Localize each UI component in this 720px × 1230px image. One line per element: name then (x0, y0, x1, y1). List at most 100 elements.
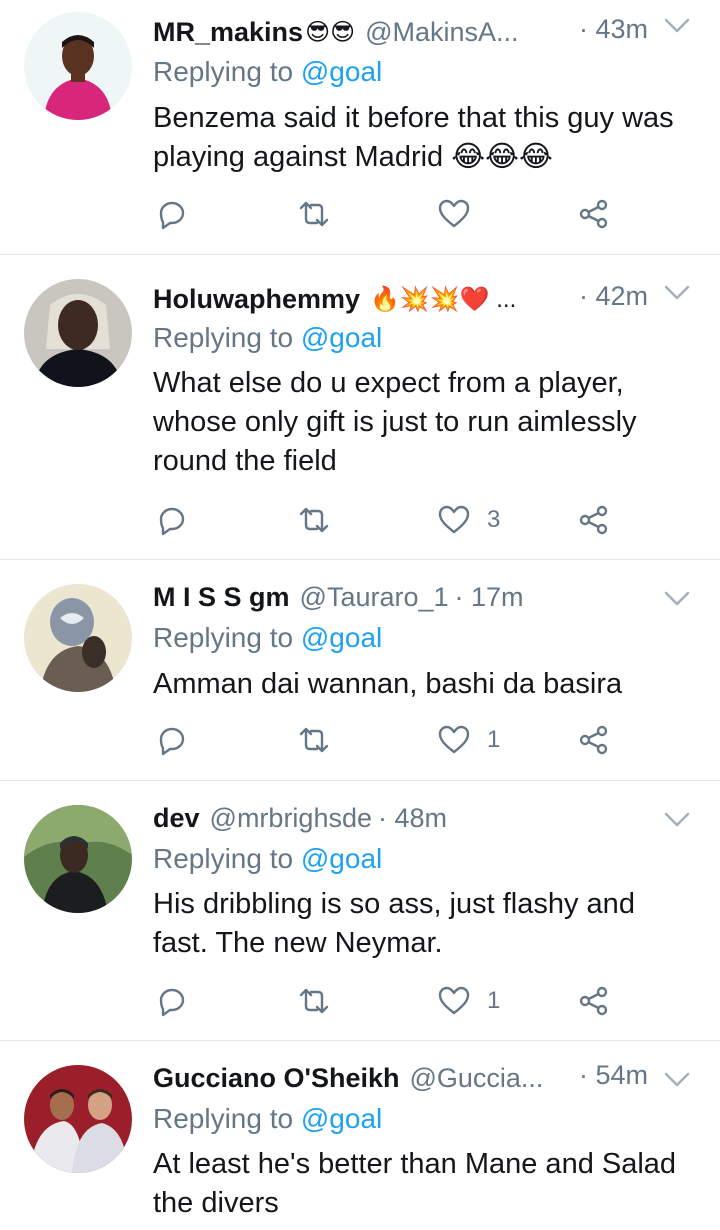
chevron-down-icon[interactable] (664, 812, 690, 833)
heart-icon (437, 723, 471, 757)
tweet[interactable]: M I S S gm @Tauraro_1 · 17m Replying to … (0, 560, 720, 781)
user-handle[interactable]: @mrbrighsde (210, 803, 372, 834)
tweet-text-line: His dribbling is so ass, just flashy and (153, 888, 635, 920)
tweet[interactable]: dev @mrbrighsde · 48m Replying to @goal … (0, 781, 720, 1041)
share-icon (577, 723, 611, 757)
name-emoji: 😎😎 (305, 18, 356, 46)
chevron-down-icon[interactable] (664, 18, 690, 39)
display-name[interactable]: MR_makins (153, 17, 303, 48)
avatar[interactable] (24, 12, 132, 120)
tweet-actions: 1 (153, 984, 633, 1020)
mention-link[interactable]: @goal (301, 56, 382, 87)
mention-link[interactable]: @goal (301, 322, 382, 353)
tweet-text-line: fast. The new Neymar. (153, 927, 443, 959)
avatar[interactable] (24, 1065, 132, 1173)
replying-to: Replying to @goal (153, 1103, 382, 1135)
reply-icon (155, 503, 189, 537)
reply-icon (155, 723, 189, 757)
replying-prefix: Replying to (153, 622, 294, 653)
replying-to: Replying to @goal (153, 843, 382, 875)
user-handle[interactable]: @Guccia... (409, 1063, 543, 1094)
retweet-icon (297, 723, 331, 757)
tweet-text-line: round the field (153, 445, 337, 477)
like-button[interactable] (437, 197, 487, 231)
tweet-text: His dribbling is so ass, just flashy and… (153, 885, 703, 963)
retweet-button[interactable] (297, 723, 331, 757)
tweet-text-line: What else do u expect from a player, (153, 367, 624, 399)
share-button[interactable] (577, 197, 611, 231)
name-emoji: 🔥💥💥❤️ ... (370, 285, 517, 313)
tweet[interactable]: Gucciano O'Sheikh @Guccia... · 54m Reply… (0, 1041, 720, 1230)
reply-icon (155, 197, 189, 231)
replying-to: Replying to @goal (153, 322, 382, 354)
tweet-text-line: playing against Madrid 😂😂😂 (153, 141, 553, 173)
replying-prefix: Replying to (153, 1103, 294, 1134)
display-name[interactable]: Gucciano O'Sheikh (153, 1063, 399, 1094)
reply-button[interactable] (155, 197, 189, 231)
user-handle[interactable]: @Tauraro_1 (300, 582, 449, 613)
timestamp[interactable]: · 17m (455, 582, 524, 613)
display-name[interactable]: Holuwaphemmy (153, 284, 360, 315)
reply-icon (155, 984, 189, 1018)
timestamp[interactable]: · 42m (579, 281, 648, 312)
mention-link[interactable]: @goal (301, 843, 382, 874)
tweet-actions: 3 (153, 503, 633, 539)
tweet-text: Benzema said it before that this guy was… (153, 99, 703, 177)
like-count: 3 (487, 506, 501, 533)
heart-icon (437, 503, 471, 537)
timestamp[interactable]: · 54m (579, 1060, 648, 1091)
retweet-icon (297, 503, 331, 537)
tweet-text-line: At least he's better than Mane and Salad (153, 1148, 677, 1180)
heart-icon (437, 197, 471, 231)
timestamp[interactable]: · 48m (378, 803, 447, 834)
mention-link[interactable]: @goal (301, 622, 382, 653)
share-icon (577, 984, 611, 1018)
share-button[interactable] (577, 984, 611, 1018)
tweet-text-line: Benzema said it before that this guy was (153, 102, 674, 134)
display-name[interactable]: M I S S gm (153, 582, 290, 613)
reply-button[interactable] (155, 984, 189, 1018)
chevron-down-icon[interactable] (664, 285, 690, 306)
timestamp[interactable]: · 43m (579, 14, 648, 45)
retweet-icon (297, 197, 331, 231)
tweet-text: Amman dai wannan, bashi da basira (153, 665, 703, 704)
retweet-button[interactable] (297, 503, 331, 537)
reply-button[interactable] (155, 723, 189, 757)
tweet-text-line: Amman dai wannan, bashi da basira (153, 668, 623, 700)
tweet[interactable]: MR_makins 😎😎 @MakinsA... · 43m Replying … (0, 0, 720, 255)
retweet-button[interactable] (297, 984, 331, 1018)
chevron-down-icon[interactable] (664, 591, 690, 612)
avatar[interactable] (24, 805, 132, 913)
tweet-actions: 1 (153, 723, 633, 759)
share-button[interactable] (577, 723, 611, 757)
heart-icon (437, 984, 471, 1018)
tweet-actions (153, 197, 633, 233)
avatar[interactable] (24, 279, 132, 387)
tweet[interactable]: Holuwaphemmy 🔥💥💥❤️ ... · 42m Replying to… (0, 255, 720, 560)
chevron-down-icon[interactable] (664, 1072, 690, 1093)
replying-prefix: Replying to (153, 322, 294, 353)
replying-to: Replying to @goal (153, 622, 382, 654)
like-button[interactable]: 3 (437, 503, 500, 537)
tweet-text-line: whose only gift is just to run aimlessly (153, 406, 637, 438)
share-button[interactable] (577, 503, 611, 537)
replying-prefix: Replying to (153, 56, 294, 87)
mention-link[interactable]: @goal (301, 1103, 382, 1134)
tweet-header: dev @mrbrighsde · 48m (153, 798, 700, 838)
like-button[interactable]: 1 (437, 984, 500, 1018)
share-icon (577, 503, 611, 537)
retweet-button[interactable] (297, 197, 331, 231)
display-name[interactable]: dev (153, 803, 200, 834)
user-handle[interactable]: @MakinsA... (365, 17, 518, 48)
avatar[interactable] (24, 584, 132, 692)
tweet-text: At least he's better than Mane and Salad… (153, 1145, 703, 1223)
reply-button[interactable] (155, 503, 189, 537)
like-count: 1 (487, 726, 501, 753)
tweet-text-line: the divers (153, 1187, 279, 1219)
like-count: 1 (487, 987, 501, 1014)
replying-to: Replying to @goal (153, 56, 382, 88)
tweet-header: M I S S gm @Tauraro_1 · 17m (153, 577, 700, 617)
retweet-icon (297, 984, 331, 1018)
like-button[interactable]: 1 (437, 723, 500, 757)
replying-prefix: Replying to (153, 843, 294, 874)
